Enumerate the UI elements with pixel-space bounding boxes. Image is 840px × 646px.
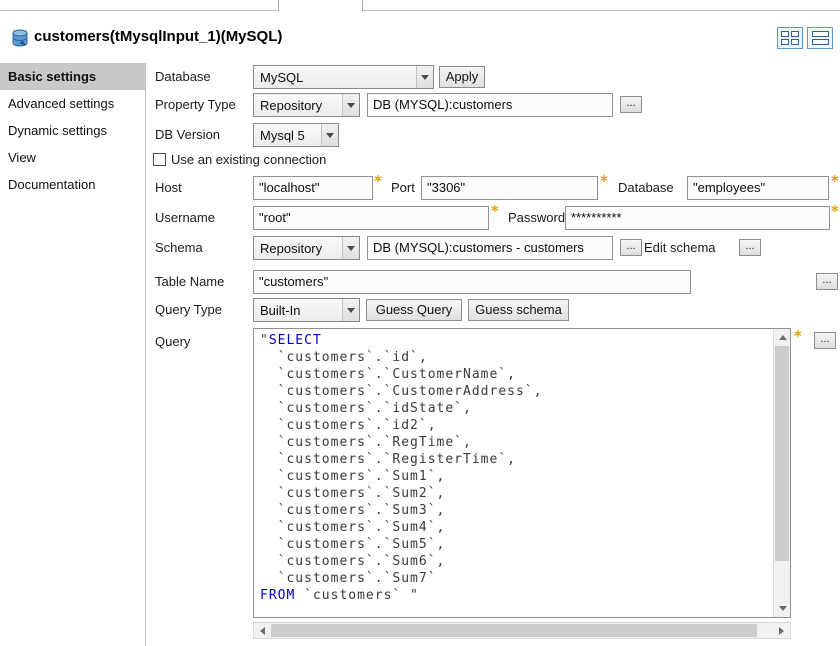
username-label: Username: [155, 210, 215, 225]
property-browse-button[interactable]: ...: [620, 96, 642, 113]
db-version-value: Mysql 5: [254, 128, 321, 143]
sidebar-item-basic-settings[interactable]: Basic settings: [0, 63, 145, 90]
chevron-down-icon: [342, 237, 359, 259]
horizontal-scrollbar-thumb[interactable]: [271, 624, 757, 637]
scroll-left-arrow-icon[interactable]: [254, 622, 271, 639]
password-label: Password: [508, 210, 565, 225]
database-name-input[interactable]: "employees": [687, 176, 829, 200]
port-input[interactable]: "3306": [421, 176, 598, 200]
property-type-label: Property Type: [155, 97, 236, 112]
rows-view-icon: [812, 31, 829, 45]
guess-schema-button[interactable]: Guess schema: [468, 299, 569, 321]
chevron-down-icon: [416, 66, 433, 88]
schema-browse-button[interactable]: ...: [620, 239, 642, 256]
required-indicator: *: [600, 172, 608, 190]
host-label: Host: [155, 180, 182, 195]
settings-sidebar: Basic settings Advanced settings Dynamic…: [0, 63, 146, 646]
component-title: customers(tMysqlInput_1)(MySQL): [34, 28, 282, 45]
row-layout-button[interactable]: [807, 27, 833, 49]
table-name-input[interactable]: "customers": [253, 270, 691, 294]
query-type-label: Query Type: [155, 302, 222, 317]
query-vertical-scrollbar[interactable]: [773, 329, 790, 617]
schema-repository-field[interactable]: DB (MYSQL):customers - customers: [367, 236, 613, 260]
property-type-dropdown[interactable]: Repository: [253, 93, 360, 117]
sidebar-item-view[interactable]: View: [0, 144, 145, 171]
apply-button[interactable]: Apply: [439, 66, 485, 88]
schema-label: Schema: [155, 240, 203, 255]
edit-schema-button[interactable]: ...: [739, 239, 761, 256]
required-indicator: *: [831, 172, 839, 190]
guess-query-button[interactable]: Guess Query: [366, 299, 462, 321]
property-type-mode: Repository: [254, 98, 342, 113]
database-type-value: MySQL: [254, 70, 416, 85]
chevron-down-icon: [342, 94, 359, 116]
db-version-label: DB Version: [155, 127, 220, 142]
top-tab-strip: [0, 10, 840, 11]
scroll-up-arrow-icon[interactable]: [774, 329, 791, 346]
scroll-right-arrow-icon[interactable]: [773, 622, 790, 639]
required-indicator: *: [831, 202, 839, 220]
sidebar-item-documentation[interactable]: Documentation: [0, 171, 145, 198]
required-indicator: *: [374, 172, 382, 190]
grid-view-icon: [781, 31, 799, 45]
database-type-label: Database: [155, 69, 211, 84]
grid-layout-button[interactable]: [777, 27, 803, 49]
use-existing-connection-label: Use an existing connection: [171, 152, 326, 167]
use-existing-connection-checkbox[interactable]: [153, 153, 166, 166]
database-type-dropdown[interactable]: MySQL: [253, 65, 434, 89]
query-label: Query: [155, 334, 190, 349]
required-indicator: *: [794, 327, 802, 345]
query-type-dropdown[interactable]: Built-In: [253, 298, 360, 322]
schema-type-mode: Repository: [254, 241, 342, 256]
vertical-scrollbar-thumb[interactable]: [775, 346, 789, 561]
chevron-down-icon: [342, 299, 359, 321]
component-settings-panel: customers(tMysqlInput_1)(MySQL) Basic se…: [0, 0, 840, 646]
required-indicator: *: [491, 202, 499, 220]
schema-type-dropdown[interactable]: Repository: [253, 236, 360, 260]
table-name-label: Table Name: [155, 274, 224, 289]
query-horizontal-scrollbar[interactable]: [253, 622, 791, 639]
db-version-dropdown[interactable]: Mysql 5: [253, 123, 339, 147]
scroll-down-arrow-icon[interactable]: [774, 600, 791, 617]
sidebar-item-advanced-settings[interactable]: Advanced settings: [0, 90, 145, 117]
mysql-input-component-icon: [9, 28, 31, 50]
username-input[interactable]: "root": [253, 206, 489, 230]
table-name-browse-button[interactable]: ...: [816, 273, 838, 290]
query-editor-content[interactable]: "SELECT `customers`.`id`, `customers`.`C…: [254, 329, 773, 617]
sidebar-item-dynamic-settings[interactable]: Dynamic settings: [0, 117, 145, 144]
edit-schema-label: Edit schema: [644, 240, 716, 255]
password-input[interactable]: **********: [565, 206, 830, 230]
chevron-down-icon: [321, 124, 338, 146]
query-editor[interactable]: "SELECT `customers`.`id`, `customers`.`C…: [253, 328, 791, 618]
host-input[interactable]: "localhost": [253, 176, 373, 200]
port-label: Port: [391, 180, 415, 195]
active-tab[interactable]: [278, 0, 363, 11]
query-type-value: Built-In: [254, 303, 342, 318]
property-repository-field[interactable]: DB (MYSQL):customers: [367, 93, 613, 117]
query-browse-button[interactable]: ...: [814, 332, 836, 349]
database-name-label: Database: [618, 180, 674, 195]
